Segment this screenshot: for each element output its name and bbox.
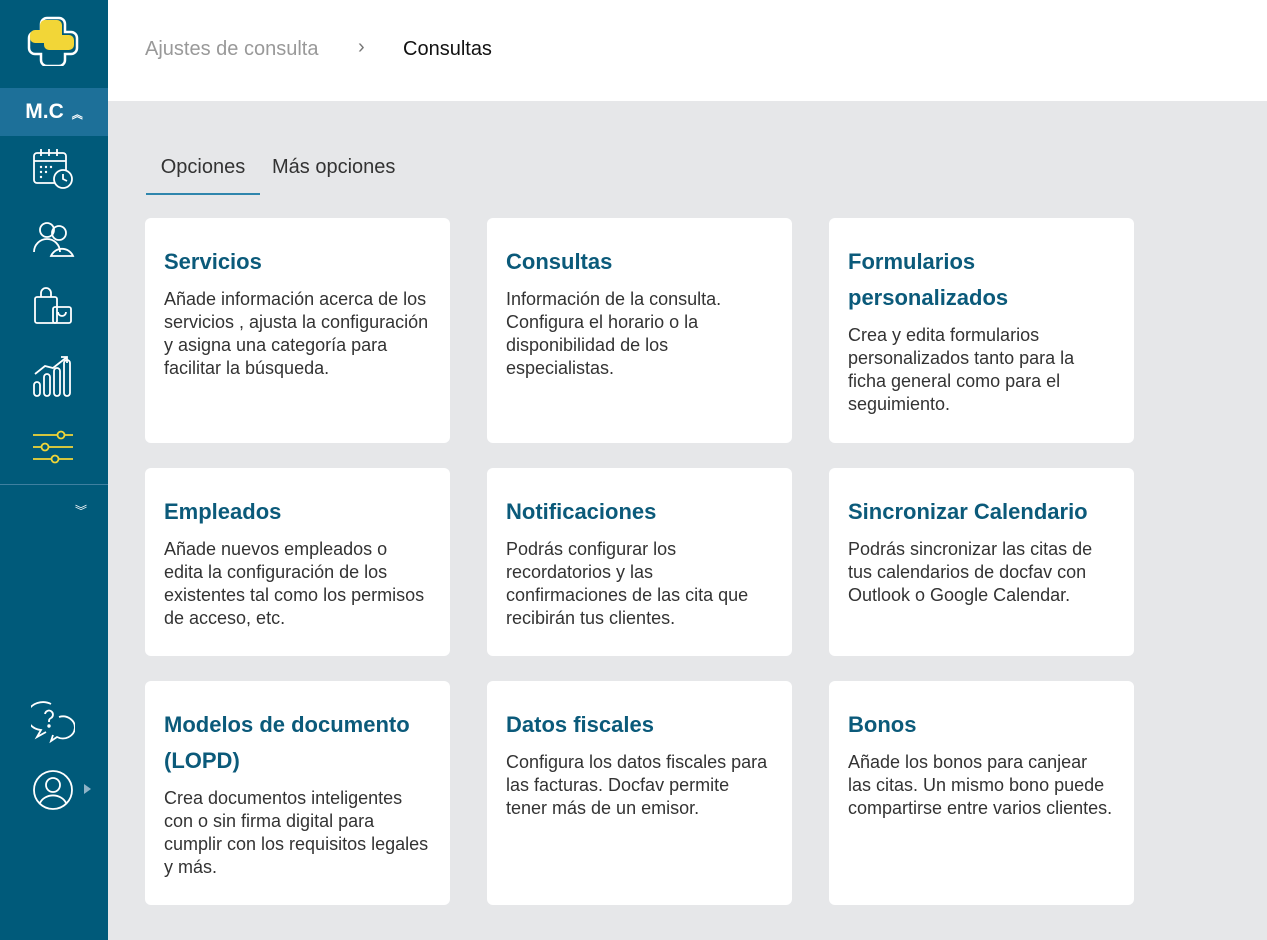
top-header: Ajustes de consulta › Consultas bbox=[108, 0, 1267, 101]
card-title: Bonos bbox=[848, 712, 917, 737]
card-description: Información de la consulta. Configura el… bbox=[506, 289, 722, 378]
card-description: Crea y edita formularios personalizados … bbox=[848, 325, 1075, 414]
card-title: Modelos de documento (LOPD) bbox=[164, 712, 410, 773]
breadcrumb-parent[interactable]: Ajustes de consulta bbox=[145, 38, 318, 61]
card-title: Sincronizar Calendario bbox=[848, 499, 1088, 524]
card-title: Consultas bbox=[506, 249, 613, 274]
shopping-bag-icon[interactable] bbox=[30, 284, 76, 330]
user-initials: M.C bbox=[25, 100, 64, 123]
sliders-icon[interactable] bbox=[30, 424, 76, 470]
expand-more-icon[interactable]: ︾ bbox=[72, 502, 90, 520]
card-datos-fiscales[interactable]: Datos fiscales Configura los datos fisca… bbox=[487, 681, 792, 905]
card-description: Añade los bonos para canjear las citas. … bbox=[848, 752, 1113, 818]
card-description: Añade nuevos empleados o edita la config… bbox=[164, 539, 425, 628]
card-description: Configura los datos fiscales para las fa… bbox=[506, 752, 768, 818]
logo-icon[interactable] bbox=[27, 16, 79, 68]
breadcrumb-chevron-icon: › bbox=[358, 36, 365, 58]
card-title: Servicios bbox=[164, 249, 262, 274]
user-profile-icon[interactable] bbox=[30, 767, 76, 813]
breadcrumb-current: Consultas bbox=[403, 38, 492, 60]
calendar-clock-icon[interactable] bbox=[30, 146, 76, 192]
sidebar-divider bbox=[0, 484, 108, 485]
caret-right-icon[interactable] bbox=[84, 784, 91, 794]
card-servicios[interactable]: Servicios Añade información acerca de lo… bbox=[145, 218, 450, 443]
card-notificaciones[interactable]: Notificaciones Podrás configurar los rec… bbox=[487, 468, 792, 656]
users-icon[interactable] bbox=[30, 215, 76, 261]
card-description: Añade información acerca de los servicio… bbox=[164, 289, 429, 378]
card-consultas[interactable]: Consultas Información de la consulta. Co… bbox=[487, 218, 792, 443]
bar-chart-icon[interactable] bbox=[30, 353, 76, 399]
card-title: Notificaciones bbox=[506, 499, 657, 524]
card-empleados[interactable]: Empleados Añade nuevos empleados o edita… bbox=[145, 468, 450, 656]
chevron-up-icon: ︽ bbox=[71, 109, 83, 121]
card-description: Podrás configurar los recordatorios y la… bbox=[506, 539, 749, 628]
user-switcher[interactable]: M.C ︽ bbox=[0, 88, 108, 136]
card-bonos[interactable]: Bonos Añade los bonos para canjear las c… bbox=[829, 681, 1134, 905]
sidebar: M.C ︽ ︾ bbox=[0, 0, 108, 940]
card-description: Podrás sincronizar las citas de tus cale… bbox=[848, 539, 1093, 605]
card-formularios-personalizados[interactable]: Formularios personalizados Crea y edita … bbox=[829, 218, 1134, 443]
card-modelos-documento[interactable]: Modelos de documento (LOPD) Crea documen… bbox=[145, 681, 450, 905]
card-sincronizar-calendario[interactable]: Sincronizar Calendario Podrás sincroniza… bbox=[829, 468, 1134, 656]
card-title: Formularios personalizados bbox=[848, 249, 1009, 310]
tab-mas-opciones[interactable]: Más opciones bbox=[272, 154, 395, 179]
tab-opciones[interactable]: Opciones bbox=[146, 154, 260, 195]
card-description: Crea documentos inteligentes con o sin f… bbox=[164, 788, 429, 877]
card-title: Empleados bbox=[164, 499, 282, 524]
card-title: Datos fiscales bbox=[506, 712, 654, 737]
help-chat-icon[interactable] bbox=[30, 700, 76, 746]
